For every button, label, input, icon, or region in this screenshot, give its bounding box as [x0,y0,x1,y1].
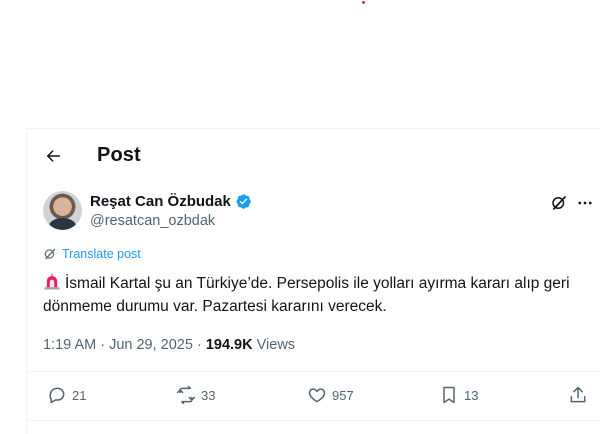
grok-icon[interactable] [550,194,568,212]
like-button[interactable]: 957 [307,385,354,405]
author-name-row[interactable]: Reşat Can Özbudak [90,192,252,211]
bookmark-count: 13 [464,387,479,403]
post-body-text: İsmail Kartal şu an Türkiye’de. Persepol… [43,275,570,315]
like-count: 957 [332,387,354,403]
translate-post-link[interactable]: Translate post [43,247,141,261]
author-display-name[interactable]: Reşat Can Özbudak [90,192,231,211]
post-meta: 1:19 AM · Jun 29, 2025 · 194.9K Views [43,336,295,354]
repost-button[interactable]: 33 [176,385,215,405]
verified-badge-icon [235,193,252,210]
reply-count: 21 [72,387,87,403]
arrow-left-icon [46,150,60,162]
author-handle[interactable]: @resatcan_ozbdak [90,212,215,231]
bookmark-button[interactable]: 13 [439,385,478,405]
page-title: Post [97,144,141,166]
repost-icon [176,385,196,405]
translate-label[interactable]: Translate post [62,247,141,261]
decorative-dot [362,1,365,4]
back-button[interactable] [40,143,66,169]
views-label: Views [256,337,296,353]
post-text: İsmail Kartal şu an Türkiye’de. Persepol… [43,272,588,318]
siren-icon [43,273,61,291]
actions-bar: 21 33 957 13 [26,371,600,421]
heart-icon [308,388,326,403]
reply-icon [49,387,65,404]
post-timestamp[interactable]: 1:19 AM · Jun 29, 2025 · [43,337,202,353]
reply-button[interactable]: 21 [47,385,86,405]
share-button[interactable] [568,385,588,405]
views-count: 194.9K [205,337,253,353]
share-icon [570,386,586,403]
repost-count: 33 [201,387,216,403]
avatar-shirt [49,218,76,230]
bookmark-icon [443,386,455,404]
translate-icon [44,248,56,260]
more-options-icon[interactable] [575,194,595,212]
avatar[interactable] [43,191,82,230]
